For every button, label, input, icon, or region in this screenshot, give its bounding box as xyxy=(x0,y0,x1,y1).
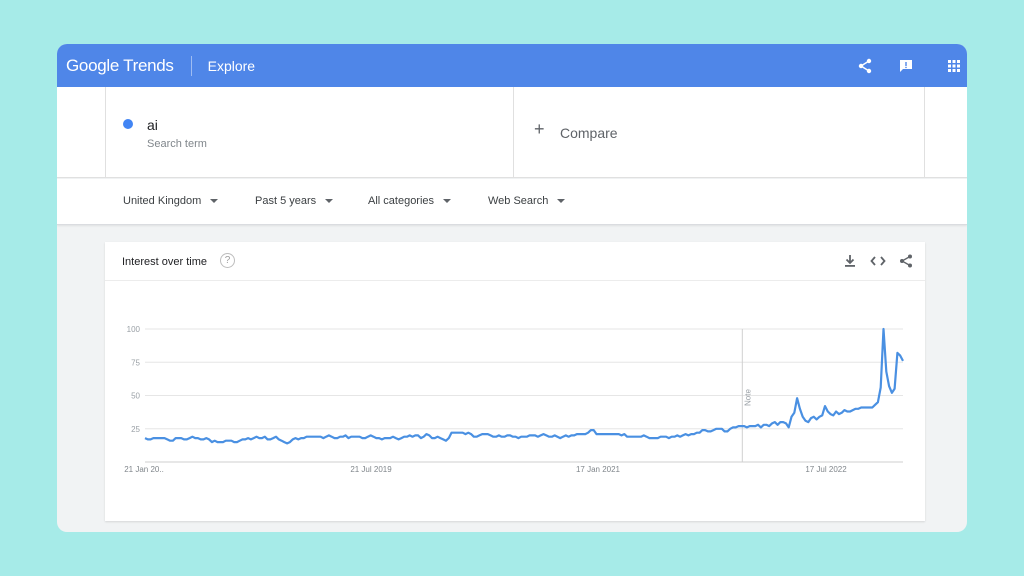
property-dropdown[interactable]: Web Search xyxy=(488,195,566,207)
y-tick-label: 25 xyxy=(131,425,140,434)
google-trends-logo[interactable]: Google Trends xyxy=(66,56,174,76)
time-dropdown[interactable]: Past 5 years xyxy=(255,195,334,207)
app-window: Google Trends Explore ai Search term + C… xyxy=(57,44,967,532)
y-tick-label: 75 xyxy=(131,358,140,367)
caret-down-icon xyxy=(443,199,452,203)
filter-bar: United Kingdom Past 5 years All categori… xyxy=(57,179,967,225)
region-label: United Kingdom xyxy=(123,195,202,207)
search-term-box[interactable]: ai Search term xyxy=(105,87,514,178)
category-dropdown[interactable]: All categories xyxy=(368,195,452,207)
plus-icon: + xyxy=(534,119,545,139)
search-term-label: Search term xyxy=(147,138,207,150)
help-icon[interactable]: ? xyxy=(220,253,235,268)
search-term-value[interactable]: ai xyxy=(147,117,158,133)
card-header: Interest over time ? xyxy=(105,242,925,281)
header-divider xyxy=(190,55,192,76)
card-title: Interest over time xyxy=(122,256,207,268)
x-tick-label: 17 Jul 2022 xyxy=(805,465,847,474)
download-icon[interactable] xyxy=(842,253,858,269)
search-terms-row: ai Search term + Compare xyxy=(57,87,967,178)
x-tick-label: 21 Jan 20.. xyxy=(124,465,164,474)
interest-line-chart[interactable]: 25 50 75 100 21 Jan 20.. 21 Jul 2019 17 Jan 20… xyxy=(105,282,925,521)
y-tick-label: 50 xyxy=(131,392,140,401)
top-bar: Google Trends Explore xyxy=(57,44,967,87)
caret-down-icon xyxy=(325,199,334,203)
compare-button[interactable]: + Compare xyxy=(514,87,925,178)
time-label: Past 5 years xyxy=(255,195,317,207)
x-tick-label: 21 Jul 2019 xyxy=(350,465,392,474)
category-label: All categories xyxy=(368,195,435,207)
page-title: Explore xyxy=(207,57,256,74)
share-icon[interactable] xyxy=(898,253,914,269)
term-color-dot xyxy=(123,119,133,129)
y-tick-label: 100 xyxy=(127,325,141,334)
share-icon[interactable] xyxy=(857,58,873,74)
compare-label: Compare xyxy=(560,125,618,141)
note-label: Note xyxy=(743,389,752,406)
property-label: Web Search xyxy=(488,195,549,207)
caret-down-icon xyxy=(557,199,566,203)
apps-grid-icon[interactable] xyxy=(946,58,962,74)
feedback-icon[interactable] xyxy=(898,58,914,74)
x-tick-label: 17 Jan 2021 xyxy=(576,465,621,474)
series-line-ai xyxy=(144,327,904,445)
region-dropdown[interactable]: United Kingdom xyxy=(123,195,219,207)
embed-icon[interactable] xyxy=(870,253,886,269)
caret-down-icon xyxy=(210,199,219,203)
interest-over-time-card: Interest over time ? 25 50 75 100 21 Jan 20.… xyxy=(105,242,925,521)
